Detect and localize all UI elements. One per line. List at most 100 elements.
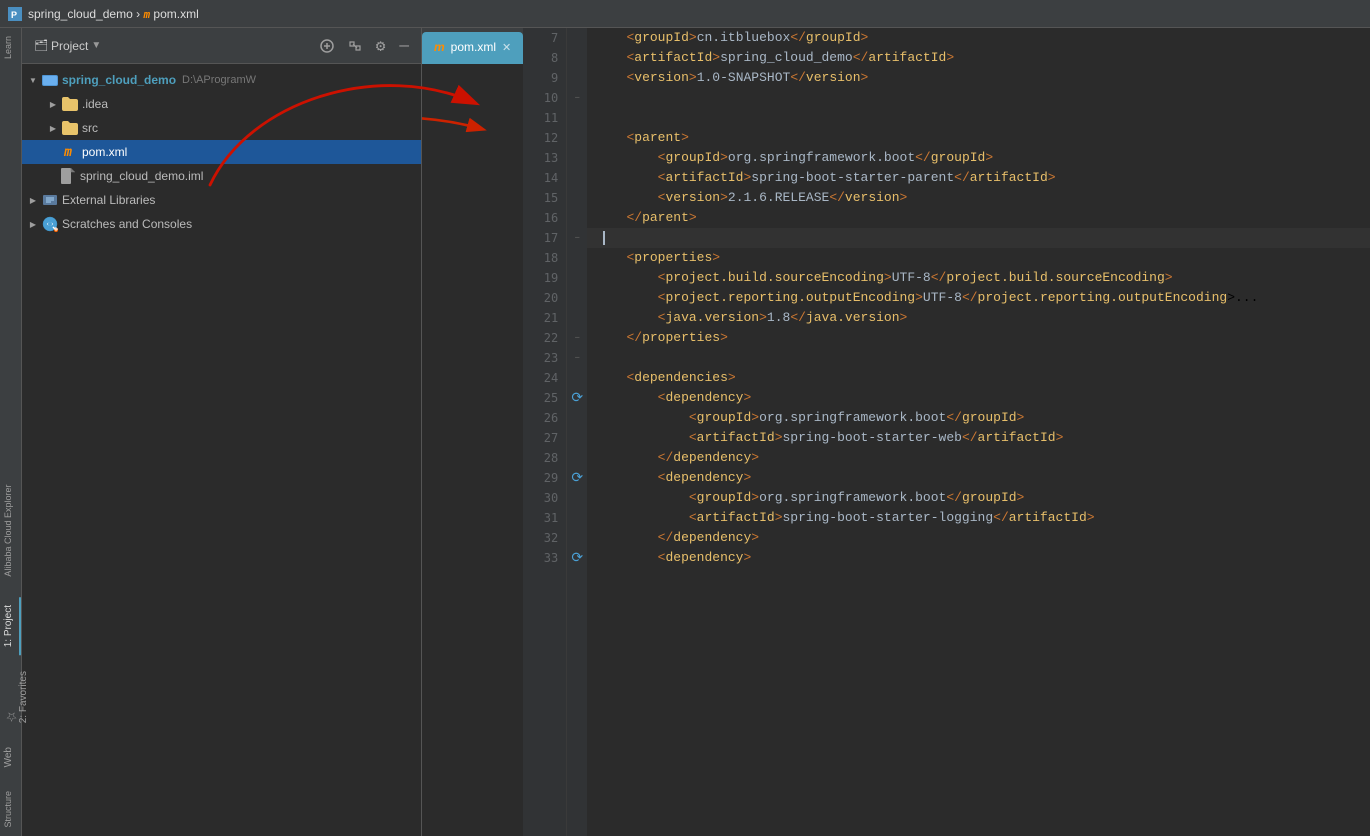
folder-icon-root: [42, 72, 58, 88]
line-number: 17: [523, 228, 566, 248]
fold-marker[interactable]: –: [574, 353, 580, 364]
project-tree: ▼ spring_cloud_demo D:\AProgramW ▶ .idea…: [22, 64, 421, 836]
line-number: 11: [523, 108, 566, 128]
sidebar-item-learn[interactable]: Learn: [0, 28, 21, 67]
tree-item-root[interactable]: ▼ spring_cloud_demo D:\AProgramW: [22, 68, 421, 92]
line-number: 30: [523, 488, 566, 508]
line-number: 12: [523, 128, 566, 148]
sidebar-item-alibaba[interactable]: Alibaba Cloud Explorer: [0, 67, 21, 597]
gutter-item: [567, 128, 587, 148]
folder-icon-idea: [62, 96, 78, 112]
minimize-btn[interactable]: —: [395, 35, 413, 57]
svg-text:P: P: [11, 10, 17, 20]
gutter-item: –: [567, 348, 587, 368]
line-number: 18: [523, 248, 566, 268]
editor-area[interactable]: 7891011121314151617181920212223242526272…: [523, 28, 1370, 836]
scroll-from-source-btn[interactable]: [344, 37, 366, 55]
title-bar: P spring_cloud_demo › m pom.xml: [0, 0, 1370, 28]
root-path: D:\AProgramW: [182, 74, 256, 86]
tree-item-iml[interactable]: spring_cloud_demo.iml: [22, 164, 421, 188]
code-line[interactable]: </properties>: [587, 328, 1370, 348]
code-line[interactable]: <dependency>: [587, 388, 1370, 408]
code-line[interactable]: <version>1.0-SNAPSHOT</version>: [587, 68, 1370, 88]
code-content[interactable]: <groupId>cn.itbluebox</groupId> <artifac…: [587, 28, 1370, 836]
sidebar-item-project[interactable]: 1: Project: [0, 597, 21, 655]
line-number: 33: [523, 548, 566, 568]
tree-arrow-src: ▶: [46, 121, 60, 135]
line-number: 24: [523, 368, 566, 388]
tree-item-pom[interactable]: m pom.xml: [22, 140, 421, 164]
tree-item-scratches[interactable]: ▶ Scratches and Consoles: [22, 212, 421, 236]
code-line[interactable]: </parent>: [587, 208, 1370, 228]
line-number: 31: [523, 508, 566, 528]
gutter-item: [567, 368, 587, 388]
code-line[interactable]: [587, 88, 1370, 108]
line-number: 26: [523, 408, 566, 428]
code-line[interactable]: <artifactId>spring_cloud_demo</artifactI…: [587, 48, 1370, 68]
code-line[interactable]: <groupId>cn.itbluebox</groupId>: [587, 28, 1370, 48]
file-icon-iml: [60, 168, 76, 184]
code-line[interactable]: <artifactId>spring-boot-starter-logging<…: [587, 508, 1370, 528]
code-line[interactable]: <groupId>org.springframework.boot</group…: [587, 408, 1370, 428]
gutter-item: –: [567, 328, 587, 348]
code-line[interactable]: <project.build.sourceEncoding>UTF-8</pro…: [587, 268, 1370, 288]
gutter-item: [567, 28, 587, 48]
code-line[interactable]: [587, 228, 1370, 248]
line-number: 21: [523, 308, 566, 328]
add-btn[interactable]: [316, 37, 338, 55]
tree-arrow-scratches: ▶: [26, 217, 40, 231]
src-label: src: [82, 121, 98, 135]
code-line[interactable]: <project.reporting.outputEncoding>UTF-8<…: [587, 288, 1370, 308]
gutter-item: [567, 188, 587, 208]
gutter-item: [567, 48, 587, 68]
line-number: 20: [523, 288, 566, 308]
fold-marker[interactable]: –: [574, 93, 580, 104]
maven-icon: m: [60, 144, 76, 160]
root-label: spring_cloud_demo: [62, 73, 176, 87]
line-number: 14: [523, 168, 566, 188]
tree-item-src[interactable]: ▶ src: [22, 116, 421, 140]
code-line[interactable]: <artifactId>spring-boot-starter-web</art…: [587, 428, 1370, 448]
fold-marker[interactable]: –: [574, 333, 580, 344]
gutter-item: [567, 288, 587, 308]
code-line[interactable]: <dependency>: [587, 548, 1370, 568]
fold-marker[interactable]: –: [574, 233, 580, 244]
gutter-item: ⟳: [567, 548, 587, 568]
line-number: 28: [523, 448, 566, 468]
code-line[interactable]: <dependencies>: [587, 368, 1370, 388]
gutter-item: ⟳: [567, 468, 587, 488]
tree-item-idea[interactable]: ▶ .idea: [22, 92, 421, 116]
line-number: 23: [523, 348, 566, 368]
code-line[interactable]: <properties>: [587, 248, 1370, 268]
code-line[interactable]: <dependency>: [587, 468, 1370, 488]
line-number: 7: [523, 28, 566, 48]
line-numbers: 7891011121314151617181920212223242526272…: [523, 28, 567, 836]
gutter-item: [567, 68, 587, 88]
gutter-item: –: [567, 88, 587, 108]
line-number: 29: [523, 468, 566, 488]
code-line[interactable]: </dependency>: [587, 448, 1370, 468]
gutter-item: [567, 448, 587, 468]
settings-btn[interactable]: ⚙: [372, 34, 390, 58]
line-number: 32: [523, 528, 566, 548]
code-line[interactable]: <version>2.1.6.RELEASE</version>: [587, 188, 1370, 208]
sidebar-item-web[interactable]: Web: [0, 739, 21, 775]
sidebar-item-structure[interactable]: Structure: [0, 783, 21, 836]
code-line[interactable]: [587, 348, 1370, 368]
code-line[interactable]: <groupId>org.springframework.boot</group…: [587, 148, 1370, 168]
line-number: 15: [523, 188, 566, 208]
sidebar-item-favorites[interactable]: ☆ 2: Favorites: [0, 663, 21, 731]
code-line[interactable]: <java.version>1.8</java.version>: [587, 308, 1370, 328]
code-line[interactable]: <parent>: [587, 128, 1370, 148]
line-number: 16: [523, 208, 566, 228]
tab-close-btn[interactable]: ✕: [502, 41, 511, 54]
tree-item-extlibs[interactable]: ▶ External Libraries: [22, 188, 421, 212]
project-dropdown-btn[interactable]: 🗂 Project ▼: [30, 37, 105, 55]
line-number: 13: [523, 148, 566, 168]
code-line[interactable]: <groupId>org.springframework.boot</group…: [587, 488, 1370, 508]
code-line[interactable]: [587, 108, 1370, 128]
code-line[interactable]: <artifactId>spring-boot-starter-parent</…: [587, 168, 1370, 188]
code-line[interactable]: </dependency>: [587, 528, 1370, 548]
commit-marker: ⟳: [571, 550, 583, 567]
tab-pom[interactable]: m pom.xml ✕: [422, 32, 523, 62]
